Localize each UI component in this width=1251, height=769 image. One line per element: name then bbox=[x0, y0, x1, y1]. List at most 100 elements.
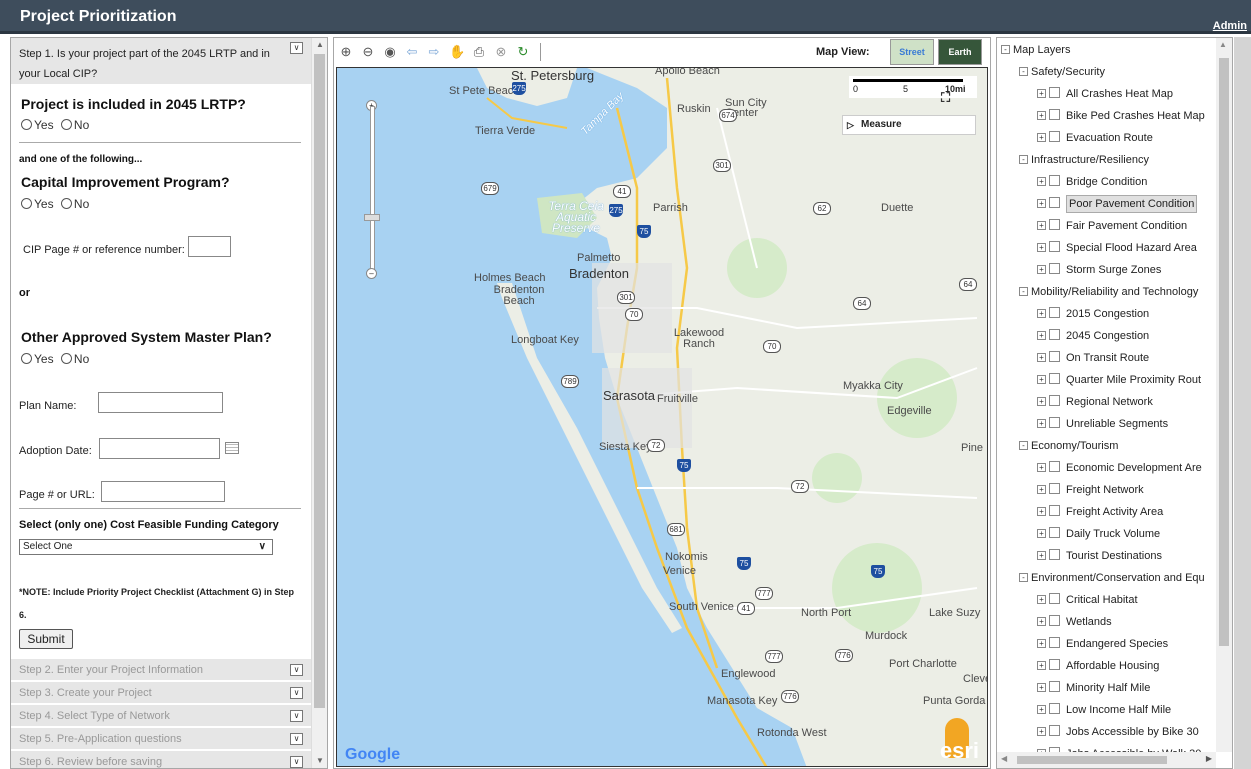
expand-icon[interactable]: + bbox=[1037, 683, 1046, 692]
layer-checkbox[interactable] bbox=[1049, 615, 1060, 626]
layer-root[interactable]: - Map Layers bbox=[1001, 40, 1070, 60]
layer-checkbox[interactable] bbox=[1049, 725, 1060, 736]
layer-checkbox[interactable] bbox=[1049, 87, 1060, 98]
expand-icon[interactable]: + bbox=[1037, 485, 1046, 494]
layer-checkbox[interactable] bbox=[1049, 329, 1060, 340]
layer-item[interactable]: + Fair Pavement Condition bbox=[1037, 216, 1187, 236]
layer-item[interactable]: + Wetlands bbox=[1037, 612, 1112, 632]
layer-item[interactable]: + Regional Network bbox=[1037, 392, 1153, 412]
expand-icon[interactable]: + bbox=[1037, 551, 1046, 560]
expand-icon[interactable]: + bbox=[1037, 89, 1046, 98]
scroll-down-icon[interactable]: ▼ bbox=[312, 754, 327, 768]
forward-arrow-icon[interactable]: ⇨ bbox=[427, 45, 441, 59]
layer-checkbox[interactable] bbox=[1049, 505, 1060, 516]
layer-item[interactable]: + Affordable Housing bbox=[1037, 656, 1159, 676]
expand-icon[interactable]: + bbox=[1037, 331, 1046, 340]
chevron-down-icon[interactable]: ∨ bbox=[290, 687, 303, 699]
other-yes-radio[interactable] bbox=[21, 353, 32, 364]
expand-icon[interactable]: + bbox=[1037, 221, 1046, 230]
layer-checkbox[interactable] bbox=[1049, 197, 1060, 208]
scroll-thumb[interactable] bbox=[314, 54, 325, 708]
layer-item[interactable]: + Minority Half Mile bbox=[1037, 678, 1150, 698]
layer-checkbox[interactable] bbox=[1049, 351, 1060, 362]
earth-view-thumb[interactable]: Earth bbox=[938, 39, 982, 65]
layer-item[interactable]: + Freight Activity Area bbox=[1037, 502, 1163, 522]
expand-icon[interactable]: + bbox=[1037, 397, 1046, 406]
scroll-up-icon[interactable]: ▲ bbox=[312, 38, 327, 52]
layer-checkbox[interactable] bbox=[1049, 307, 1060, 318]
layer-item[interactable]: + Unreliable Segments bbox=[1037, 414, 1168, 434]
submit-button[interactable]: Submit bbox=[19, 629, 73, 649]
layer-item[interactable]: + On Transit Route bbox=[1037, 348, 1149, 368]
lrtp-yes-radio[interactable] bbox=[21, 119, 32, 130]
layer-checkbox[interactable] bbox=[1049, 703, 1060, 714]
layer-item[interactable]: + Poor Pavement Condition bbox=[1037, 194, 1198, 214]
layer-item[interactable]: + Special Flood Hazard Area bbox=[1037, 238, 1197, 258]
layer-checkbox[interactable] bbox=[1049, 219, 1060, 230]
cip-ref-input[interactable] bbox=[188, 236, 231, 257]
pan-hand-icon[interactable]: ✋ bbox=[449, 45, 465, 59]
layer-checkbox[interactable] bbox=[1049, 549, 1060, 560]
expand-icon[interactable]: + bbox=[1037, 639, 1046, 648]
collapse-icon[interactable]: - bbox=[1019, 155, 1028, 164]
scroll-thumb[interactable] bbox=[1017, 756, 1167, 764]
layer-item[interactable]: + All Crashes Heat Map bbox=[1037, 84, 1173, 104]
form-scrollbar[interactable]: ▲ ▼ bbox=[311, 38, 327, 768]
layer-item[interactable]: + Tourist Destinations bbox=[1037, 546, 1162, 566]
layer-item[interactable]: + Critical Habitat bbox=[1037, 590, 1138, 610]
layer-item[interactable]: + Evacuation Route bbox=[1037, 128, 1153, 148]
expand-icon[interactable]: + bbox=[1037, 705, 1046, 714]
layer-checkbox[interactable] bbox=[1049, 109, 1060, 120]
layer-checkbox[interactable] bbox=[1049, 527, 1060, 538]
layers-vscrollbar[interactable]: ▲ bbox=[1216, 38, 1232, 752]
scroll-up-icon[interactable]: ▲ bbox=[1219, 40, 1227, 49]
step1-header[interactable]: Step 1. Is your project part of the 2045… bbox=[11, 38, 311, 84]
expand-icon[interactable]: + bbox=[1037, 595, 1046, 604]
scroll-left-icon[interactable]: ◀ bbox=[1001, 754, 1007, 763]
calendar-icon[interactable] bbox=[225, 442, 239, 454]
page-url-input[interactable] bbox=[101, 481, 225, 502]
zoom-out-icon[interactable]: ⊖ bbox=[361, 45, 375, 59]
expand-icon[interactable]: + bbox=[1037, 243, 1046, 252]
layer-checkbox[interactable] bbox=[1049, 417, 1060, 428]
expand-icon[interactable]: + bbox=[1037, 463, 1046, 472]
layer-item[interactable]: + Economic Development Are bbox=[1037, 458, 1202, 478]
layer-item[interactable]: + Daily Truck Volume bbox=[1037, 524, 1160, 544]
layer-group[interactable]: - Mobility/Reliability and Technology bbox=[1019, 282, 1198, 302]
expand-icon[interactable]: + bbox=[1037, 661, 1046, 670]
layer-checkbox[interactable] bbox=[1049, 131, 1060, 142]
layer-checkbox[interactable] bbox=[1049, 241, 1060, 252]
zoom-out-icon[interactable]: – bbox=[366, 268, 377, 279]
layer-checkbox[interactable] bbox=[1049, 175, 1060, 186]
measure-button[interactable]: ▷ Measure bbox=[842, 115, 976, 135]
layer-checkbox[interactable] bbox=[1049, 461, 1060, 472]
layer-checkbox[interactable] bbox=[1049, 681, 1060, 692]
layer-item[interactable]: +2045 Congestion bbox=[1037, 326, 1149, 346]
zoom-knob[interactable] bbox=[364, 214, 380, 221]
layers-hscrollbar[interactable]: ◀ ▶ bbox=[997, 752, 1216, 768]
layer-group[interactable]: - Infrastructure/Resiliency bbox=[1019, 150, 1149, 170]
adoption-date-input[interactable] bbox=[99, 438, 220, 459]
expand-icon[interactable]: + bbox=[1037, 529, 1046, 538]
layer-group[interactable]: - Environment/Conservation and Equ bbox=[1019, 568, 1205, 588]
expand-icon[interactable]: + bbox=[1037, 375, 1046, 384]
expand-icon[interactable]: + bbox=[1037, 507, 1046, 516]
collapse-icon[interactable]: - bbox=[1019, 441, 1028, 450]
street-view-thumb[interactable]: Street bbox=[890, 39, 934, 65]
admin-link[interactable]: Admin bbox=[1213, 20, 1247, 32]
chevron-down-icon[interactable]: ∨ bbox=[290, 664, 303, 676]
expand-icon[interactable]: + bbox=[1037, 727, 1046, 736]
refresh-icon[interactable]: ↻ bbox=[516, 45, 530, 59]
layer-checkbox[interactable] bbox=[1049, 659, 1060, 670]
scroll-right-icon[interactable]: ▶ bbox=[1206, 754, 1212, 763]
step6-header[interactable]: Step 6. Review before saving ∨ bbox=[11, 750, 311, 768]
zoom-slider[interactable]: + – bbox=[364, 100, 380, 279]
full-extent-icon[interactable]: ◉ bbox=[383, 45, 397, 59]
chevron-down-icon[interactable]: ∨ bbox=[290, 756, 303, 768]
expand-icon[interactable]: + bbox=[1037, 265, 1046, 274]
expand-icon[interactable]: + bbox=[1037, 309, 1046, 318]
layer-checkbox[interactable] bbox=[1049, 483, 1060, 494]
collapse-icon[interactable]: - bbox=[1019, 287, 1028, 296]
lrtp-no-radio[interactable] bbox=[60, 119, 72, 130]
clear-icon[interactable]: ⊗ bbox=[494, 45, 508, 59]
